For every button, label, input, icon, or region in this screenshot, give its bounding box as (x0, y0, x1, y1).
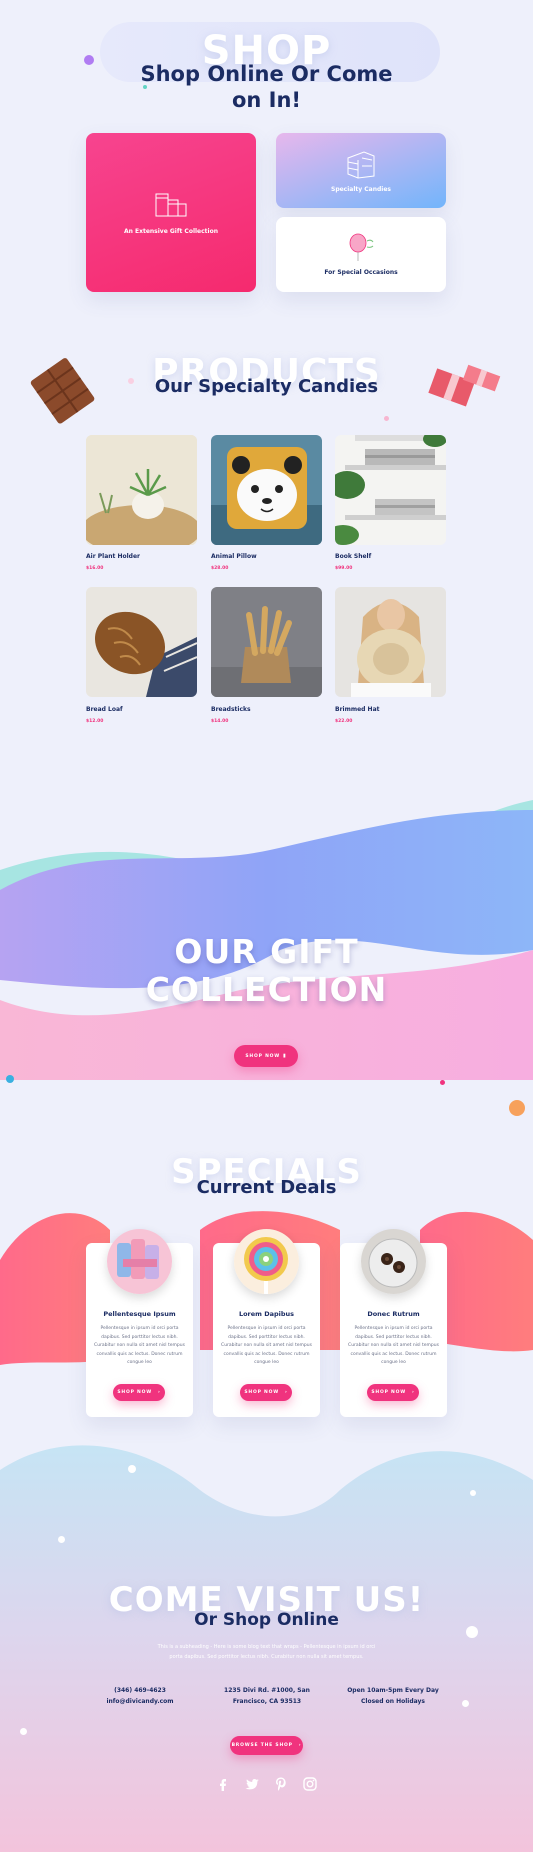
shop-title-line1: Shop Online Or Come (140, 62, 393, 86)
visit-title: Or Shop Online (194, 1610, 339, 1630)
decor-dot-pink-3 (440, 1080, 445, 1085)
hours-info: Open 10am-5pm Every Day Closed on Holida… (333, 1685, 453, 1707)
decor-dot-white-6 (470, 1490, 476, 1496)
chevron-right-icon: › (298, 1743, 302, 1748)
product-image-book-shelf[interactable] (335, 435, 446, 545)
product-price: $12.00 (86, 719, 104, 724)
chevron-right-icon: › (158, 1390, 161, 1395)
specialty-candies-label: Specialty Candies (331, 186, 391, 193)
deal-image-chocolates (361, 1229, 426, 1294)
specials-title: Current Deals (196, 1177, 337, 1198)
product-name[interactable]: Book Shelf (335, 553, 371, 560)
deal-card: Lorem Dapibus Pellentesque in ipsum id o… (213, 1229, 320, 1417)
candy-box-icon (347, 151, 375, 179)
product-image-air-plant-holder[interactable] (86, 435, 197, 545)
product-name[interactable]: Animal Pillow (211, 553, 257, 560)
product-image-animal-pillow[interactable] (211, 435, 322, 545)
deal-shop-now-button[interactable]: SHOP NOW › (367, 1384, 419, 1401)
deal-card: Pellentesque Ipsum Pellentesque in ipsum… (86, 1229, 193, 1417)
decor-dot-blue (6, 1075, 14, 1083)
product-price: $99.00 (335, 566, 353, 571)
product-image-brimmed-hat[interactable] (335, 587, 446, 697)
product-price: $14.00 (211, 719, 229, 724)
shop-title-line2: on In! (231, 88, 302, 112)
contact-info: (346) 469-4623 info@divicandy.com (80, 1685, 200, 1707)
balloon-icon (349, 233, 374, 261)
hours-line1: Open 10am-5pm Every Day (347, 1687, 439, 1694)
gift-boxes-icon (155, 193, 187, 217)
decor-dot-purple (84, 55, 94, 65)
product-image-bread-loaf[interactable] (86, 587, 197, 697)
twitter-icon[interactable] (244, 1776, 260, 1792)
chevron-right-icon: › (285, 1390, 288, 1395)
decor-dot-white-2 (58, 1536, 65, 1543)
address-line2: Francisco, CA 93513 (232, 1698, 302, 1705)
product-price: $22.00 (335, 719, 353, 724)
deal-image-thread-spools (107, 1229, 172, 1294)
deal-shop-now-button[interactable]: SHOP NOW › (113, 1384, 165, 1401)
bag-icon: ▮ (283, 1053, 287, 1059)
browse-shop-button[interactable]: BROWSE THE SHOP › (230, 1736, 303, 1755)
chevron-right-icon: › (412, 1390, 415, 1395)
decor-dot-pink-2 (384, 416, 389, 421)
gift-title-line1: OUR GIFT (174, 932, 359, 971)
pinterest-icon[interactable] (273, 1776, 289, 1792)
deal-shop-now-label: SHOP NOW (371, 1390, 406, 1395)
specialty-candies-card[interactable]: Specialty Candies (276, 133, 446, 208)
address-info: 1235 Divi Rd. #1000, San Francisco, CA 9… (207, 1685, 327, 1707)
special-occasions-card[interactable]: For Special Occasions (276, 217, 446, 292)
product-name[interactable]: Bread Loaf (86, 706, 123, 713)
deal-shop-now-label: SHOP NOW (244, 1390, 279, 1395)
gift-wave-background (0, 800, 533, 1080)
email-address[interactable]: info@divicandy.com (80, 1696, 200, 1707)
visit-subtitle-line2: porta dapibus. Sed porttitor lectus nibh… (169, 1654, 364, 1660)
deal-shop-now-button[interactable]: SHOP NOW › (240, 1384, 292, 1401)
decor-dot-white-5 (462, 1700, 469, 1707)
phone-number[interactable]: (346) 469-4623 (80, 1685, 200, 1696)
product-name[interactable]: Brimmed Hat (335, 706, 379, 713)
instagram-icon[interactable] (302, 1776, 318, 1792)
products-title: Our Specialty Candies (154, 376, 379, 397)
product-price: $16.00 (86, 566, 104, 571)
deal-image-lollipop (234, 1229, 299, 1294)
gift-shop-now-button[interactable]: SHOP NOW ▮ (234, 1045, 298, 1067)
decor-dot-white (128, 1465, 136, 1473)
product-price: $28.00 (211, 566, 229, 571)
deal-card: Donec Rutrum Pellentesque in ipsum id or… (340, 1229, 447, 1417)
address-line1: 1235 Divi Rd. #1000, San (224, 1687, 310, 1694)
decor-dot-orange (509, 1100, 525, 1116)
product-name[interactable]: Air Plant Holder (86, 553, 140, 560)
deal-description: Pellentesque in ipsum id orci porta dapi… (221, 1326, 312, 1365)
deal-title: Donec Rutrum (367, 1310, 420, 1318)
deal-title: Lorem Dapibus (238, 1310, 295, 1318)
deal-title: Pellentesque Ipsum (103, 1310, 176, 1318)
gift-title-line2: COLLECTION (145, 970, 388, 1009)
special-occasions-label: For Special Occasions (324, 269, 398, 276)
decor-dot-white-4 (20, 1728, 27, 1735)
facebook-icon[interactable] (215, 1776, 231, 1792)
browse-shop-label: BROWSE THE SHOP (231, 1743, 293, 1748)
hours-line2: Closed on Holidays (361, 1698, 425, 1705)
product-name[interactable]: Breadsticks (211, 706, 251, 713)
deal-description: Pellentesque in ipsum id orci porta dapi… (348, 1326, 439, 1365)
gift-collection-label: An Extensive Gift Collection (123, 228, 218, 235)
deal-description: Pellentesque in ipsum id orci porta dapi… (94, 1326, 185, 1365)
decor-dot-teal (143, 85, 147, 89)
deal-shop-now-label: SHOP NOW (117, 1390, 152, 1395)
product-image-breadsticks[interactable] (211, 587, 322, 697)
gift-collection-card[interactable]: An Extensive Gift Collection (86, 133, 256, 292)
visit-subtitle-line1: This is a subheading - Here is some blog… (157, 1644, 376, 1650)
gift-shop-now-label: SHOP NOW (245, 1053, 281, 1059)
